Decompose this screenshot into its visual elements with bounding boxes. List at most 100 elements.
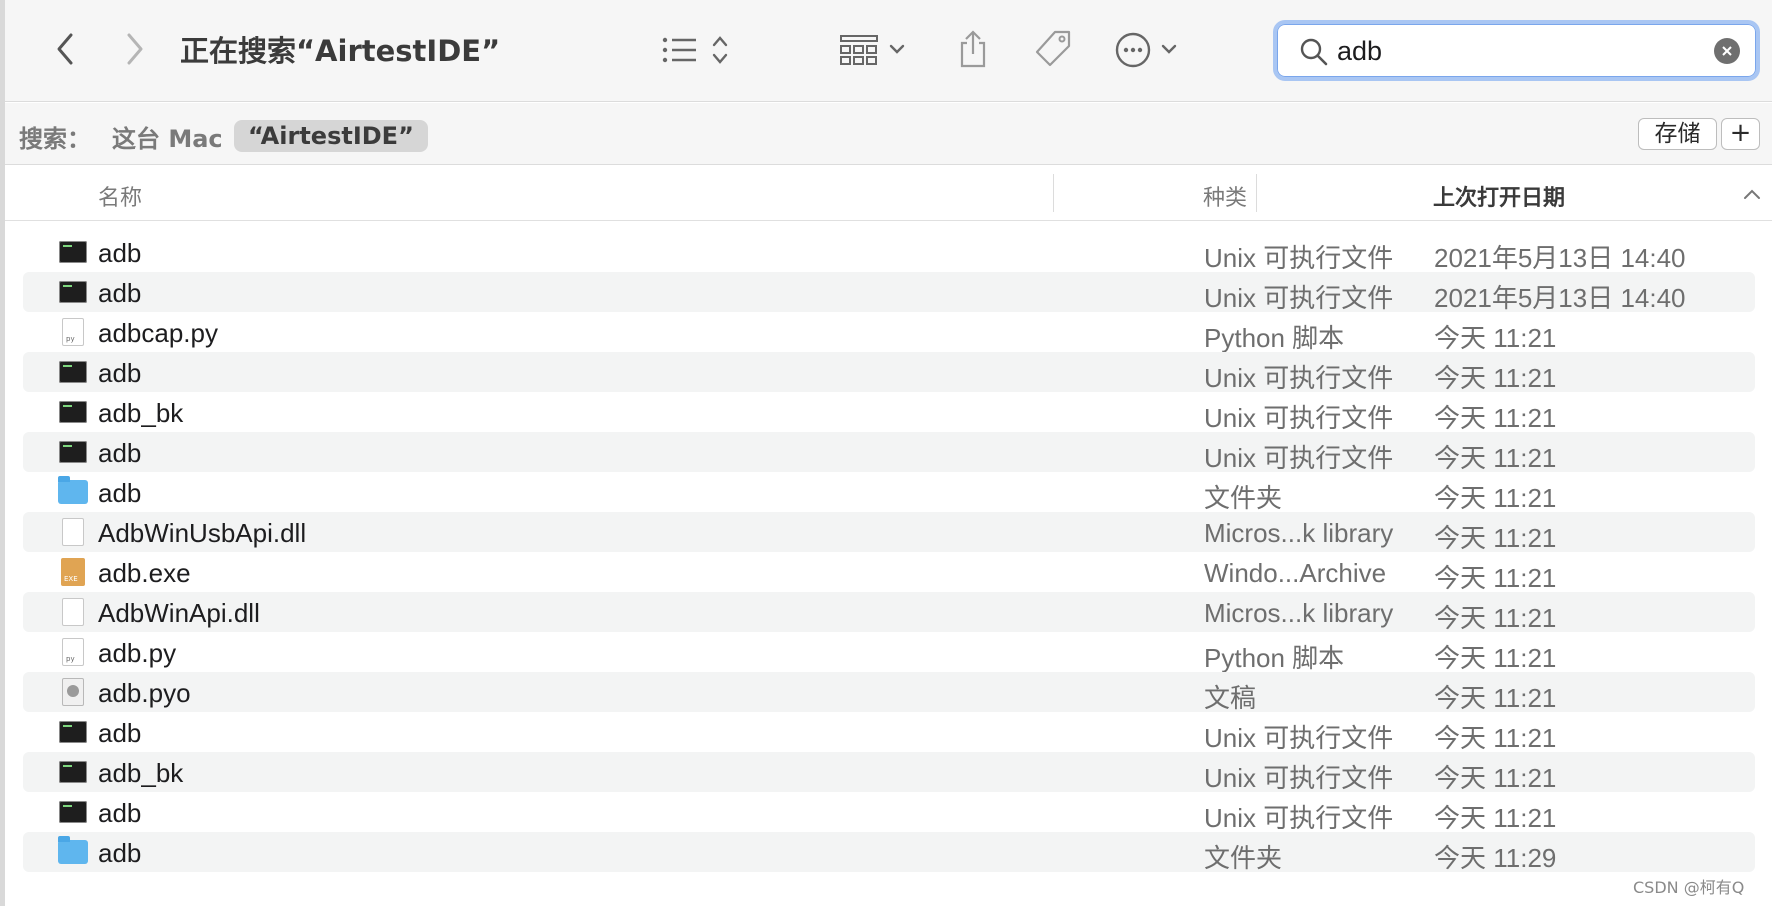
terminal-exec-icon bbox=[58, 717, 88, 747]
chevron-left-icon bbox=[57, 33, 73, 65]
file-row[interactable]: AdbWinApi.dll Micros...k library 今天 11:21 bbox=[23, 592, 1755, 633]
column-header-kind[interactable]: 种类 bbox=[1203, 180, 1247, 212]
file-name: adb bbox=[98, 438, 142, 468]
file-last-opened-date: 今天 11:21 bbox=[1434, 803, 1557, 833]
file-row[interactable]: adb 文件夹 今天 11:21 bbox=[23, 472, 1755, 513]
file-kind: Unix 可执行文件 bbox=[1204, 803, 1394, 833]
terminal-exec-icon bbox=[58, 237, 88, 267]
back-button[interactable] bbox=[43, 26, 87, 72]
file-last-opened-date: 今天 11:21 bbox=[1434, 443, 1557, 473]
list-view-icon bbox=[662, 36, 728, 64]
file-name: adb_bk bbox=[98, 398, 184, 428]
window-title: 正在搜索“AirtestIDE” bbox=[180, 34, 501, 68]
file-last-opened-date: 今天 11:21 bbox=[1434, 563, 1557, 593]
save-search-button[interactable]: 存储 bbox=[1638, 118, 1717, 150]
scope-this-mac[interactable]: 这台 Mac bbox=[112, 119, 223, 154]
file-row[interactable]: adb.exe Windo...Archive 今天 11:21 bbox=[23, 552, 1755, 593]
file-name: adb bbox=[98, 238, 142, 268]
forward-button[interactable] bbox=[113, 26, 157, 72]
file-row[interactable]: adbcap.py Python 脚本 今天 11:21 bbox=[23, 312, 1755, 353]
file-row[interactable]: AdbWinUsbApi.dll Micros...k library 今天 11:… bbox=[23, 512, 1755, 553]
file-row[interactable]: adb Unix 可执行文件 2021年5月13日 14:40 bbox=[23, 272, 1755, 313]
pyo-doc-icon bbox=[58, 677, 88, 707]
file-name: adb bbox=[98, 358, 142, 388]
file-name: adb bbox=[98, 838, 142, 868]
file-last-opened-date: 今天 11:21 bbox=[1434, 363, 1557, 393]
file-row[interactable]: adb_bk Unix 可执行文件 今天 11:21 bbox=[23, 392, 1755, 433]
file-name: AdbWinApi.dll bbox=[98, 598, 260, 628]
file-last-opened-date: 2021年5月13日 14:40 bbox=[1434, 243, 1686, 273]
folder-icon bbox=[58, 836, 88, 867]
file-last-opened-date: 今天 11:21 bbox=[1434, 603, 1557, 633]
file-name: adb.exe bbox=[98, 558, 191, 588]
share-button[interactable] bbox=[951, 26, 995, 72]
folder-icon bbox=[58, 476, 88, 507]
file-kind: 文件夹 bbox=[1204, 483, 1283, 513]
file-row[interactable]: adb_bk Unix 可执行文件 今天 11:21 bbox=[23, 752, 1755, 793]
file-name: adbcap.py bbox=[98, 318, 218, 348]
terminal-exec-icon bbox=[58, 277, 88, 307]
grid-group-icon bbox=[840, 35, 905, 65]
tag-button[interactable] bbox=[1030, 26, 1076, 72]
column-header-name[interactable]: 名称 bbox=[98, 180, 142, 212]
file-kind: Unix 可执行文件 bbox=[1204, 763, 1394, 793]
file-name: adb_bk bbox=[98, 758, 184, 788]
column-header-date[interactable]: 上次打开日期 bbox=[1433, 180, 1565, 212]
file-kind: Unix 可执行文件 bbox=[1204, 403, 1394, 433]
blank-doc-icon bbox=[58, 597, 88, 627]
file-row[interactable]: adb.pyo 文稿 今天 11:21 bbox=[23, 672, 1755, 713]
view-mode-list-button[interactable] bbox=[660, 28, 740, 72]
scope-current-folder[interactable]: “AirtestIDE” bbox=[234, 120, 428, 152]
file-kind: Unix 可执行文件 bbox=[1204, 723, 1394, 753]
file-row[interactable]: adb Unix 可执行文件 今天 11:21 bbox=[23, 712, 1755, 753]
file-kind: 文稿 bbox=[1204, 683, 1257, 713]
scope-label: 搜索： bbox=[19, 125, 91, 153]
file-row[interactable]: adb Unix 可执行文件 今天 11:21 bbox=[23, 792, 1755, 833]
file-name: AdbWinUsbApi.dll bbox=[98, 518, 307, 548]
clear-search-button[interactable] bbox=[1714, 38, 1740, 64]
chevron-right-icon bbox=[127, 33, 143, 65]
file-last-opened-date: 今天 11:29 bbox=[1434, 843, 1557, 873]
terminal-exec-icon bbox=[58, 357, 88, 387]
add-criteria-button[interactable]: + bbox=[1721, 118, 1760, 150]
file-row[interactable]: adb Unix 可执行文件 今天 11:21 bbox=[23, 352, 1755, 393]
file-row[interactable]: adb Unix 可执行文件 今天 11:21 bbox=[23, 432, 1755, 473]
file-kind: Python 脚本 bbox=[1204, 643, 1345, 673]
finder-toolbar: 正在搜索“AirtestIDE” bbox=[5, 0, 1772, 102]
column-divider[interactable] bbox=[1256, 174, 1257, 212]
file-last-opened-date: 今天 11:21 bbox=[1434, 763, 1557, 793]
search-input[interactable] bbox=[1337, 32, 1697, 70]
terminal-exec-icon bbox=[58, 397, 88, 427]
tag-icon bbox=[1035, 30, 1071, 67]
file-name: adb bbox=[98, 278, 142, 308]
search-scope-bar: 搜索： 这台 Mac “AirtestIDE” 存储 + bbox=[5, 103, 1772, 165]
file-name: adb.pyo bbox=[98, 678, 191, 708]
file-name: adb bbox=[98, 478, 142, 508]
file-last-opened-date: 今天 11:21 bbox=[1434, 523, 1557, 553]
terminal-exec-icon bbox=[58, 437, 88, 467]
file-last-opened-date: 今天 11:21 bbox=[1434, 643, 1557, 673]
search-field[interactable] bbox=[1273, 20, 1760, 81]
file-row[interactable]: adb.py Python 脚本 今天 11:21 bbox=[23, 632, 1755, 673]
file-kind: Unix 可执行文件 bbox=[1204, 243, 1394, 273]
share-icon bbox=[960, 30, 986, 68]
file-last-opened-date: 今天 11:21 bbox=[1434, 483, 1557, 513]
close-icon bbox=[1722, 46, 1732, 56]
file-kind: Micros...k library bbox=[1204, 518, 1394, 548]
file-kind: Unix 可执行文件 bbox=[1204, 443, 1394, 473]
file-name: adb.py bbox=[98, 638, 177, 668]
file-kind: Windo...Archive bbox=[1204, 558, 1387, 588]
file-last-opened-date: 2021年5月13日 14:40 bbox=[1434, 283, 1686, 313]
file-row[interactable]: adb 文件夹 今天 11:29 bbox=[23, 832, 1755, 873]
group-by-button[interactable] bbox=[837, 28, 917, 72]
file-last-opened-date: 今天 11:21 bbox=[1434, 723, 1557, 753]
file-last-opened-date: 今天 11:21 bbox=[1434, 323, 1557, 353]
blank-doc-icon bbox=[58, 517, 88, 547]
more-actions-button[interactable] bbox=[1113, 28, 1193, 72]
file-row[interactable]: adb Unix 可执行文件 2021年5月13日 14:40 bbox=[23, 232, 1755, 273]
terminal-exec-icon bbox=[58, 797, 88, 827]
python-file-icon bbox=[58, 317, 88, 347]
file-last-opened-date: 今天 11:21 bbox=[1434, 403, 1557, 433]
file-last-opened-date: 今天 11:21 bbox=[1434, 683, 1557, 713]
column-divider[interactable] bbox=[1053, 174, 1054, 212]
